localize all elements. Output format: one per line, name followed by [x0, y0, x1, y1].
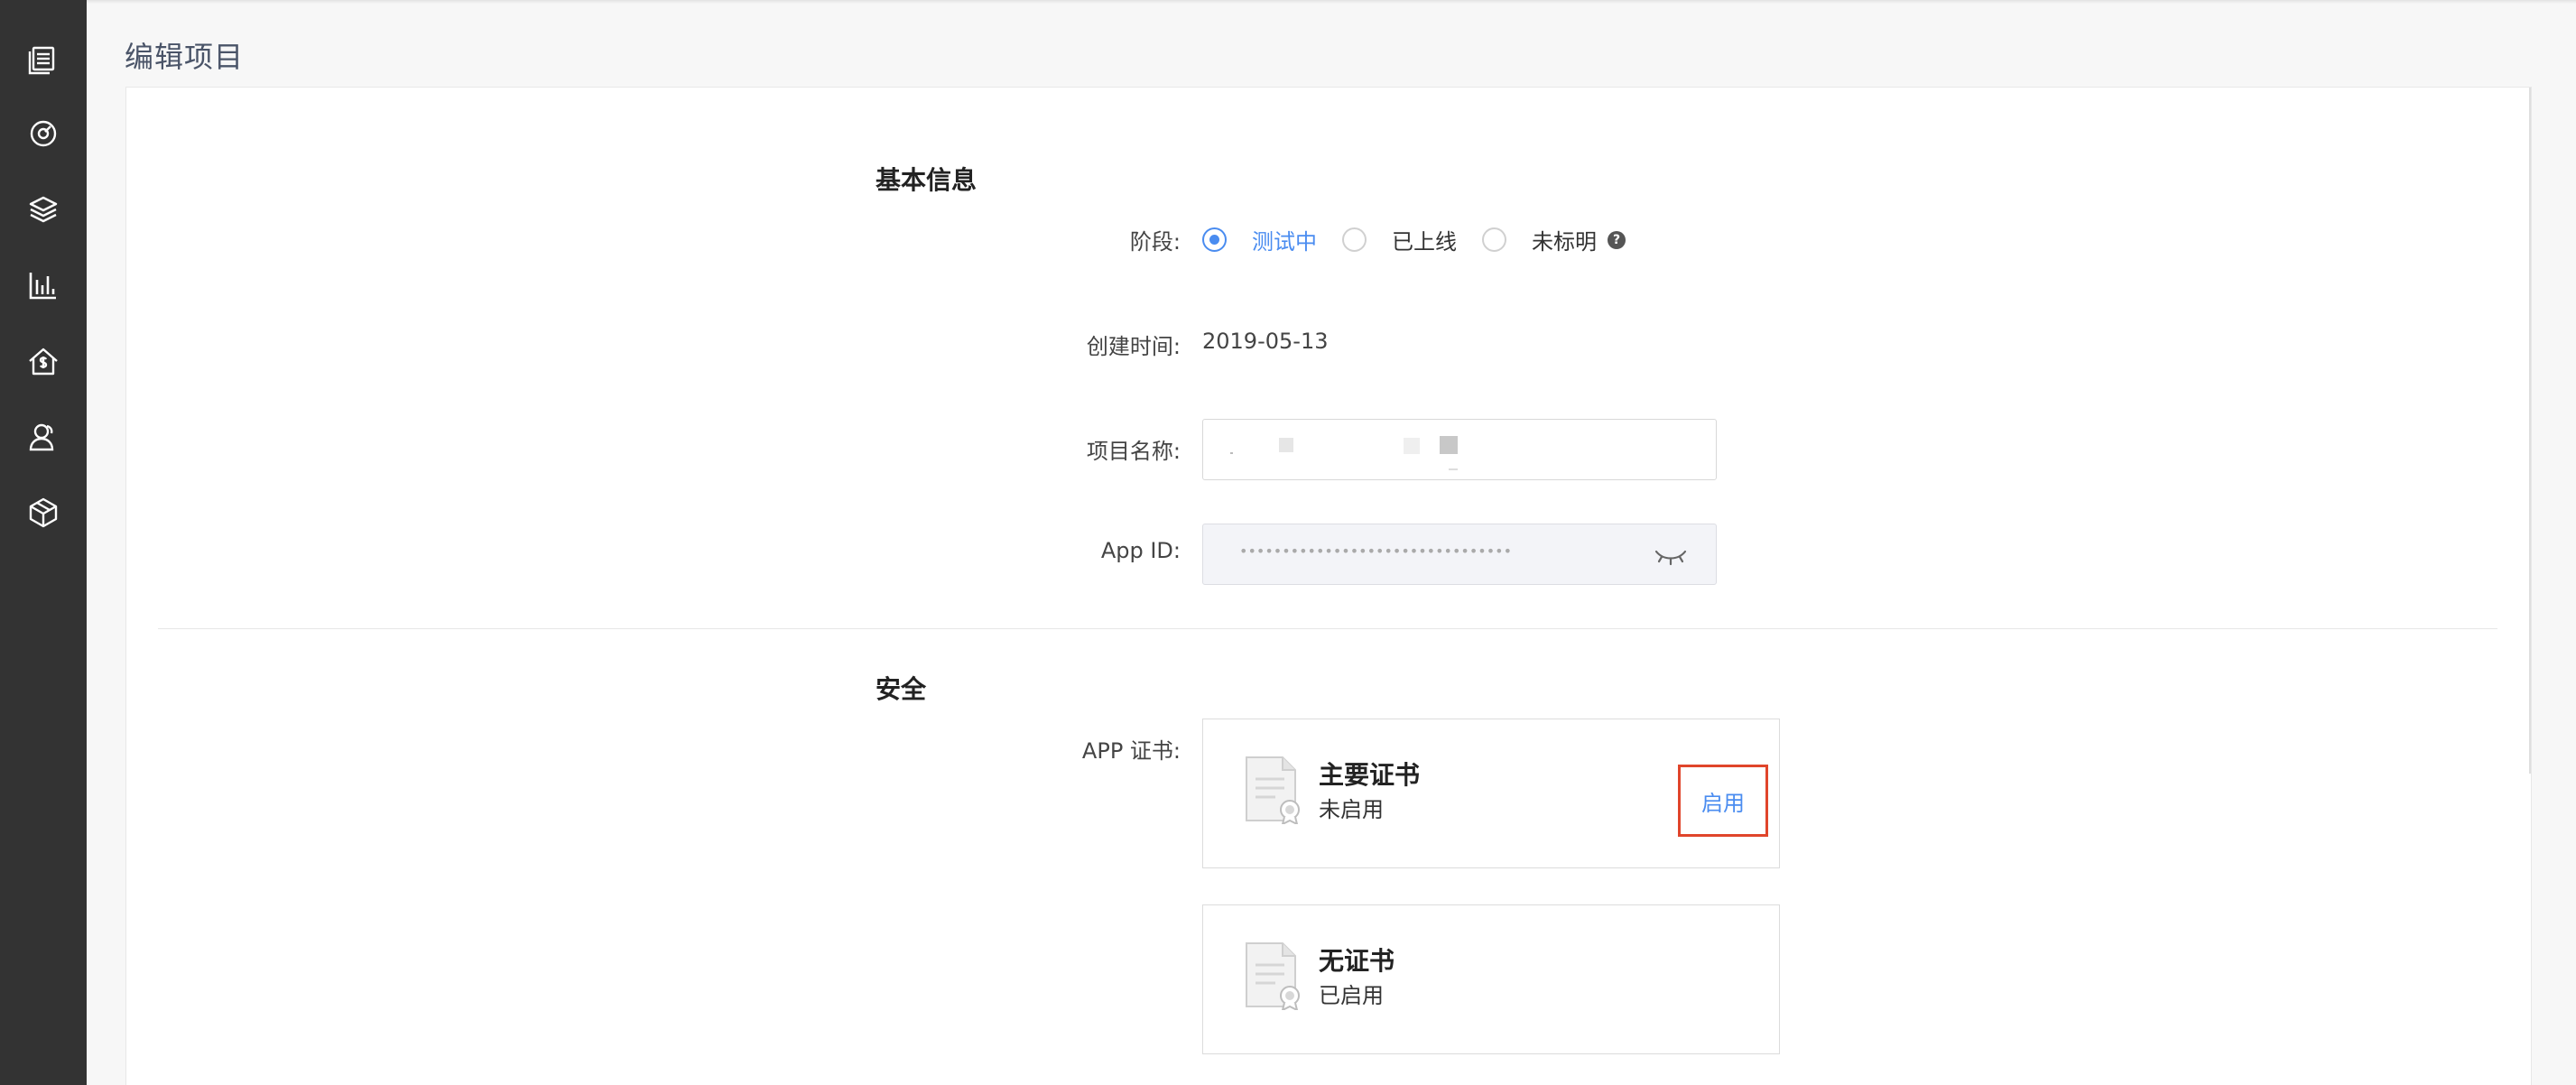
cert-name-none: 无证书 [1319, 946, 1395, 976]
created-time-value: 2019-05-13 [1202, 329, 1329, 354]
list-icon[interactable] [25, 40, 61, 76]
app-cert-label: APP 证书: [1081, 738, 1181, 764]
project-name-input[interactable] [1202, 419, 1717, 480]
radio-label-testing[interactable]: 测试中 [1252, 224, 1317, 255]
panel-edge [2529, 88, 2531, 774]
security-title: 安全 [876, 674, 927, 704]
cert-status-primary: 未启用 [1319, 797, 1384, 822]
top-shadow [87, 0, 2576, 4]
radio-unspecified[interactable] [1482, 227, 1506, 252]
cert-status-none: 已启用 [1319, 983, 1384, 1008]
project-name-label: 项目名称: [1086, 439, 1181, 464]
stage-radio-group: 测试中 已上线 未标明 ? [1202, 224, 1626, 255]
layers-icon[interactable] [25, 191, 61, 227]
chart-icon[interactable] [25, 267, 61, 303]
radio-testing[interactable] [1202, 227, 1227, 252]
page-title: 编辑项目 [125, 40, 245, 74]
eye-closed-icon[interactable] [1653, 542, 1689, 570]
box-icon[interactable] [25, 495, 61, 531]
help-icon[interactable]: ? [1608, 230, 1626, 249]
radio-online[interactable] [1342, 227, 1367, 252]
primary-cert-card: 主要证书 未启用 启用 [1202, 719, 1780, 868]
stage-label: 阶段: [1129, 229, 1181, 255]
enable-cert-button[interactable]: 启用 [1678, 765, 1768, 837]
app-id-masked-value: •••••••••••••••••••••••••••••••• [1239, 542, 1512, 560]
redacted-text [1449, 468, 1458, 470]
created-time-label: 创建时间: [1086, 334, 1181, 359]
redacted-text [1440, 436, 1458, 454]
basic-info-title: 基本信息 [876, 165, 978, 195]
radio-label-unspecified[interactable]: 未标明 [1532, 224, 1597, 255]
certificate-icon [1246, 942, 1300, 1010]
section-divider [158, 628, 2497, 629]
certificate-icon [1246, 756, 1300, 824]
redacted-text [1230, 452, 1233, 454]
cert-name-primary: 主要证书 [1319, 760, 1421, 790]
no-cert-card: 无证书 已启用 [1202, 904, 1780, 1054]
redacted-text [1279, 438, 1293, 452]
redacted-text [1404, 438, 1420, 454]
radio-label-online[interactable]: 已上线 [1392, 224, 1457, 255]
app-id-label: App ID: [1100, 538, 1181, 563]
dashboard-icon[interactable] [25, 116, 61, 152]
app-id-field: •••••••••••••••••••••••••••••••• [1202, 524, 1717, 585]
